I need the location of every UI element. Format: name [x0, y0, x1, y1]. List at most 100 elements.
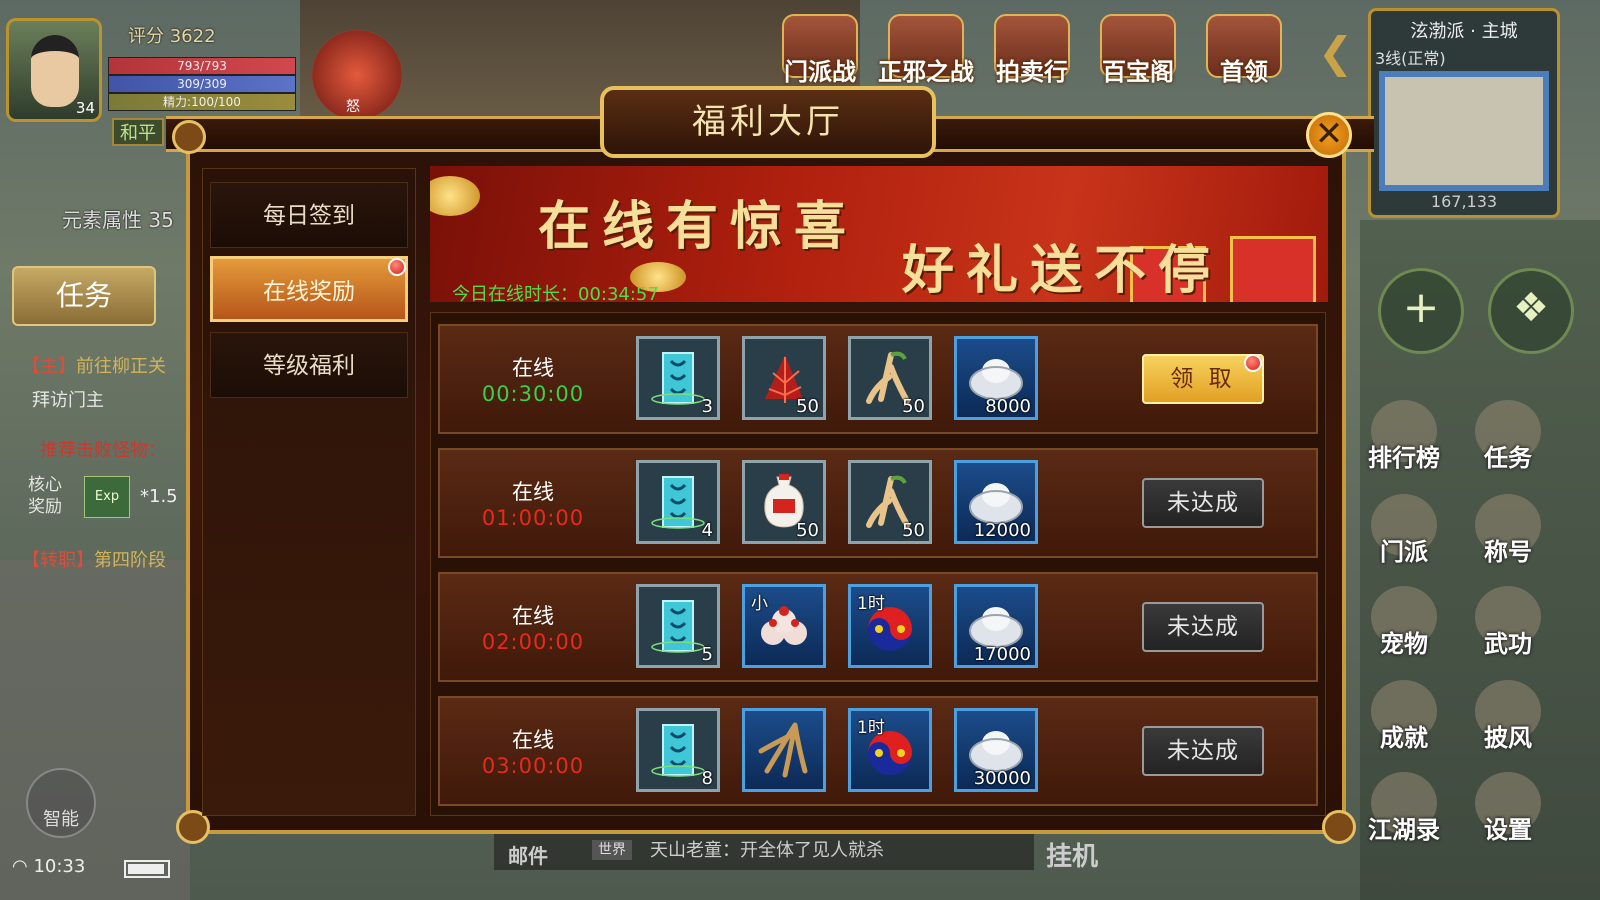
reward-item-yinyang[interactable]: 1时: [848, 708, 932, 792]
reward-item-ginseng[interactable]: 50: [848, 336, 932, 420]
item-quantity: 5: [701, 644, 713, 665]
minimap-map[interactable]: [1379, 71, 1549, 191]
top-menu-label: 首领: [1220, 58, 1268, 86]
side-menu-button[interactable]: 江湖录: [1364, 772, 1444, 852]
item-quantity: 8: [701, 768, 713, 789]
mp-bar: 309/309: [108, 75, 296, 93]
root-icon: [758, 722, 808, 778]
top-menu-boss[interactable]: 首领: [1196, 14, 1292, 94]
core-reward-label: 核心 奖励: [28, 475, 62, 517]
player-avatar[interactable]: 34: [6, 18, 102, 122]
reward-item-yinyang[interactable]: 1时: [848, 584, 932, 668]
auto-idle-button[interactable]: 挂机: [1046, 836, 1098, 873]
item-quantity: 50: [902, 396, 925, 417]
stamina-bar: 精力:100/100: [108, 93, 296, 111]
top-menu-label: 门派战: [784, 58, 856, 86]
not-reached-button: 未达成: [1142, 602, 1264, 652]
pk-mode-button[interactable]: 和平: [112, 118, 164, 146]
corner-ornament-icon: [1322, 810, 1356, 844]
side-menu-label: 任务: [1484, 444, 1532, 472]
player-level: 34: [75, 99, 95, 117]
main-quest-sub: 拜访门主: [32, 390, 104, 411]
side-menu-button[interactable]: 任务: [1468, 400, 1548, 480]
side-menu-label: 设置: [1484, 816, 1532, 844]
element-attribute: 元素属性 35: [62, 208, 174, 232]
reward-row-label: 在线 03:00:00: [448, 724, 618, 778]
notification-dot: [1244, 354, 1262, 372]
side-menu-button[interactable]: 排行榜: [1364, 400, 1444, 480]
scroll-icon: [651, 476, 705, 529]
side-menu-button[interactable]: 宠物: [1364, 586, 1444, 666]
side-menu-button[interactable]: 设置: [1468, 772, 1548, 852]
tab-level-welfare[interactable]: 等级福利: [210, 332, 408, 398]
item-quantity: 50: [902, 520, 925, 541]
job-quest-text: 第四阶段: [94, 550, 166, 571]
close-button[interactable]: ✕: [1306, 112, 1352, 158]
online-label: 在线: [512, 728, 554, 752]
top-menu-abacus[interactable]: 拍卖行: [984, 14, 1080, 94]
collapse-arrow-icon[interactable]: ❮: [1318, 28, 1353, 77]
quest-hint: 推荐击败怪物：: [40, 440, 166, 461]
chat-channel-badge: 世界: [592, 840, 632, 860]
minimap-line[interactable]: 3线(正常): [1375, 45, 1557, 69]
reward-item-scroll[interactable]: 8: [636, 708, 720, 792]
item-quantity: 12000: [973, 520, 1031, 541]
menu-diamond-icon[interactable]: ❖: [1488, 268, 1574, 354]
top-menu-label: 拍卖行: [996, 58, 1068, 86]
banner-subline: 好礼送不停: [902, 240, 1223, 301]
minimap[interactable]: 泫渤派 · 主城 3线(正常) 167,133: [1368, 8, 1560, 218]
rage-orb[interactable]: 怒: [312, 30, 402, 120]
item-tag: 小: [751, 594, 768, 614]
job-quest[interactable]: 【转职】第四阶段: [22, 546, 166, 572]
side-menu-button[interactable]: 成就: [1364, 680, 1444, 760]
online-label: 在线: [512, 356, 554, 380]
reward-item-scroll[interactable]: 4: [636, 460, 720, 544]
item-quantity: 50: [796, 396, 819, 417]
task-button[interactable]: 任务: [12, 266, 156, 326]
player-score: 评分 3622: [128, 26, 216, 47]
main-quest-text: 前往柳正关: [76, 356, 166, 377]
side-menu-button[interactable]: 称号: [1468, 494, 1548, 574]
reward-item-scroll[interactable]: 3: [636, 336, 720, 420]
top-menu-treasure-pavilion[interactable]: 百宝阁: [1090, 14, 1186, 94]
scroll-icon: [651, 352, 705, 405]
main-quest[interactable]: 【主】前往柳正关: [22, 352, 166, 378]
item-tag: 1时: [857, 718, 885, 738]
tab-daily-signin[interactable]: 每日签到: [210, 182, 408, 248]
top-menu-sect-war[interactable]: 门派战: [772, 14, 868, 94]
reward-item-root[interactable]: [742, 708, 826, 792]
mail-button[interactable]: 邮件: [508, 840, 548, 869]
required-time: 00:30:00: [481, 382, 585, 406]
reward-item-ginseng[interactable]: 50: [848, 460, 932, 544]
minimap-coords: 167,133: [1430, 192, 1498, 211]
notification-dot: [388, 258, 406, 276]
reward-item-silver[interactable]: 8000: [954, 336, 1038, 420]
scroll-icon: [651, 600, 705, 653]
reward-item-silver[interactable]: 30000: [954, 708, 1038, 792]
tab-online-reward[interactable]: 在线奖励: [210, 256, 408, 322]
job-quest-tag: 【转职】: [22, 550, 94, 571]
side-menu-button[interactable]: 门派: [1364, 494, 1444, 574]
top-menu-war-drum[interactable]: 正邪之战: [878, 14, 974, 94]
reward-item-herb-red[interactable]: 50: [742, 336, 826, 420]
reward-item-silver[interactable]: 17000: [954, 584, 1038, 668]
item-quantity: 8000: [985, 396, 1031, 417]
reward-item-wine-small[interactable]: 小: [742, 584, 826, 668]
reward-row-label: 在线 02:00:00: [448, 600, 618, 654]
side-menu-button[interactable]: 披风: [1468, 680, 1548, 760]
chat-message: 天山老童：开全体了见人就杀: [650, 840, 884, 861]
not-reached-button: 未达成: [1142, 726, 1264, 776]
item-quantity: 3: [701, 396, 713, 417]
gold-ingot-icon: [430, 176, 480, 216]
clock: ◠ 10:33: [12, 856, 85, 877]
reward-item-wine-big[interactable]: 50: [742, 460, 826, 544]
auto-smart-button[interactable]: 智能: [26, 768, 96, 838]
add-button[interactable]: +: [1378, 268, 1464, 354]
battery-icon: [124, 860, 170, 878]
side-menu-label: 排行榜: [1368, 444, 1440, 472]
item-quantity: 50: [796, 520, 819, 541]
side-menu-label: 宠物: [1380, 630, 1428, 658]
side-menu-button[interactable]: 武功: [1468, 586, 1548, 666]
reward-item-silver[interactable]: 12000: [954, 460, 1038, 544]
reward-item-scroll[interactable]: 5: [636, 584, 720, 668]
